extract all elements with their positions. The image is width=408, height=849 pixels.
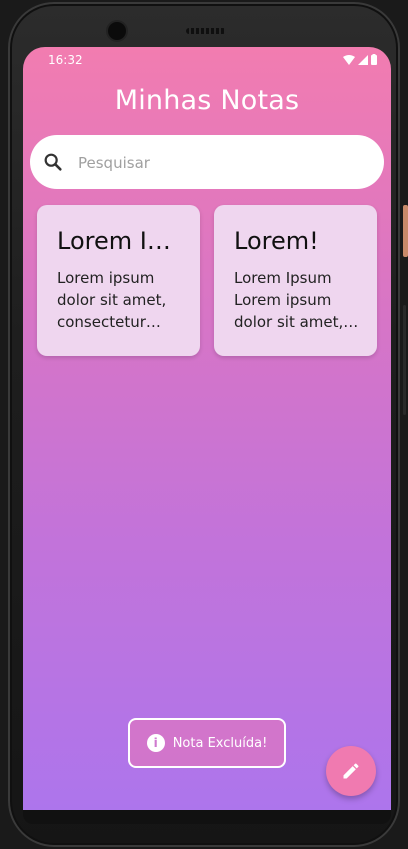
- new-note-button[interactable]: [326, 746, 376, 796]
- status-icons: [343, 54, 377, 65]
- note-body: Lorem ipsum dolor sit amet, consectetur …: [57, 269, 167, 331]
- volume-button: [403, 305, 406, 415]
- note-title: Lorem Ipsum: [57, 227, 182, 255]
- status-time: 16:32: [48, 53, 83, 67]
- snackbar-toast: i Nota Excluída!: [128, 718, 286, 768]
- signal-icon: [358, 54, 368, 65]
- note-title: Lorem!: [234, 227, 319, 255]
- note-body: Lorem Ipsum Lorem ipsum dolor sit amet, …: [234, 269, 344, 331]
- power-button: [403, 205, 408, 257]
- battery-icon: [371, 54, 377, 65]
- screen-bezel-bottom: [23, 810, 391, 824]
- search-input[interactable]: [76, 135, 370, 191]
- page-title: Minhas Notas: [114, 85, 300, 116]
- info-icon: i: [146, 734, 165, 752]
- front-camera: [108, 22, 126, 40]
- pencil-icon: [343, 763, 359, 779]
- wifi-icon: [343, 54, 355, 65]
- note-card[interactable]: Lorem! Lorem Ipsum Lorem ipsum dolor sit…: [214, 205, 377, 356]
- app-screen: 16:32 Minhas Notas Lorem Ipsum Lorem ips…: [23, 47, 391, 810]
- search-bar[interactable]: [30, 135, 384, 191]
- toast-message: Nota Excluída!: [172, 735, 268, 751]
- earpiece-speaker: [186, 28, 226, 34]
- note-card[interactable]: Lorem Ipsum Lorem ipsum dolor sit amet, …: [37, 205, 200, 356]
- status-bar: 16:32: [23, 47, 391, 75]
- search-icon: [44, 153, 62, 171]
